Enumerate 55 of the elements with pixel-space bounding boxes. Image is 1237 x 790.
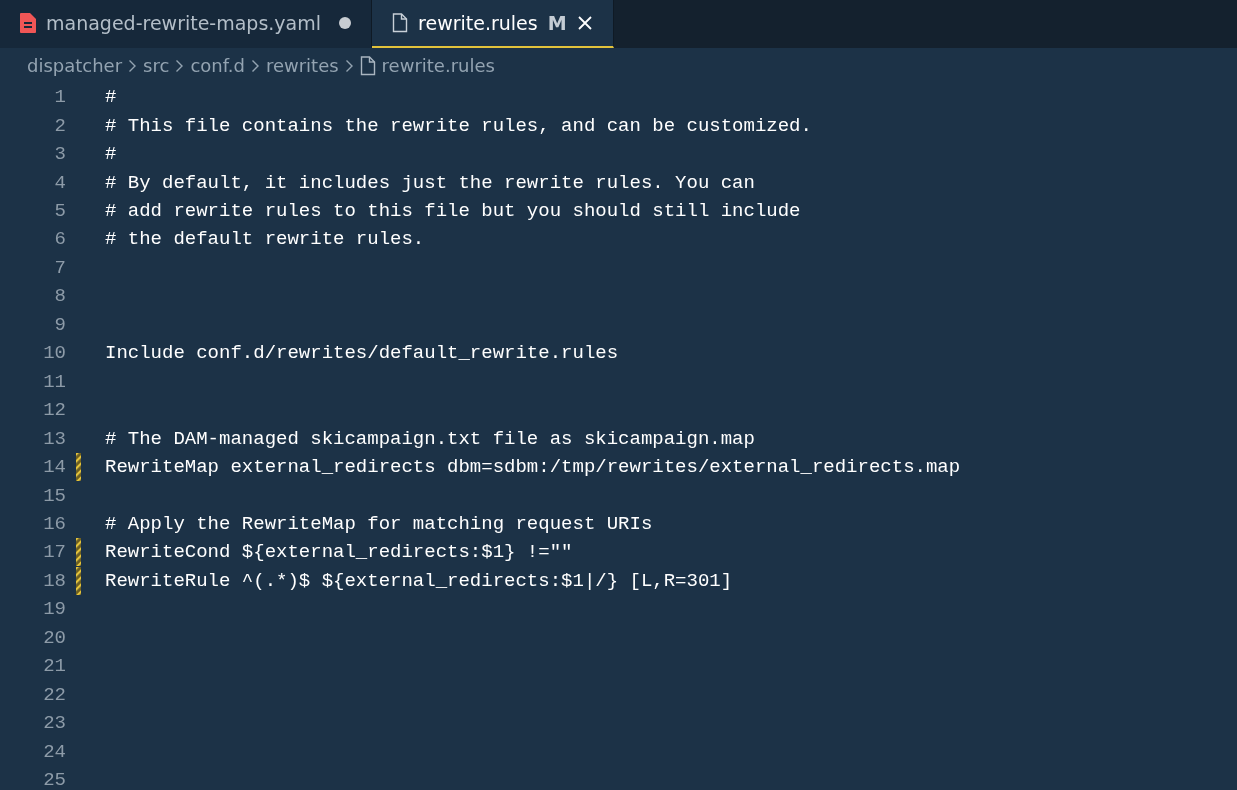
chevron-icon [250,58,260,73]
code-line: RewriteRule ^(.*)$ ${external_redirects:$1|/} [L,R=301] [105,569,733,592]
editor-tab[interactable]: rewrite.rules M [372,0,614,48]
code-line: RewriteMap external_redirects dbm=sdbm:/tmp/rewrites/external_redirects.map [105,456,961,479]
line-number: 7 [53,256,66,279]
line-number: 1 [53,86,66,109]
code-line: # [105,143,117,166]
line-number: 4 [53,171,66,194]
line-number: 6 [53,228,66,251]
breadcrumb-item[interactable]: dispatcher [27,55,123,76]
line-number: 16 [42,513,66,535]
file-icon [20,13,36,33]
code-line: # Apply the RewriteMap for matching request URIs [105,513,653,535]
line-number: 18 [42,569,66,592]
close-icon[interactable] [576,15,593,31]
code-line: # The DAM-managed skicampaign.txt file as skicampaign.map [105,427,755,450]
line-number: 25 [42,769,66,790]
chevron-icon [128,58,138,73]
line-number: 11 [42,370,66,393]
file-icon [392,13,409,33]
line-number: 10 [42,342,66,365]
code-line: # By default, it includes just the rewrite rules. You can [105,171,755,194]
line-number: 13 [42,427,66,450]
editor-tab[interactable]: managed-rewrite-maps.yaml [0,0,373,48]
modified-label: M [547,12,567,34]
line-number: 24 [42,740,66,763]
line-number: 21 [42,655,66,678]
code-line: RewriteCond ${external_redirects:$1} !="" [105,541,573,564]
line-number: 8 [53,285,66,308]
tab-label: managed-rewrite-maps.yaml [46,12,322,34]
code-line: # This file contains the rewrite rules, and can be customized. [105,114,812,137]
code-line: # the default rewrite rules. [105,228,425,251]
line-number: 14 [42,456,66,479]
line-number: 23 [42,712,66,735]
tab-label: rewrite.rules [418,12,538,34]
line-number: 5 [53,200,66,223]
breadcrumb-item[interactable]: src [143,55,170,76]
code-line: Include conf.d/rewrites/default_rewrite.rules [105,342,619,365]
breadcrumb-item[interactable]: rewrite.rules [381,55,495,76]
line-number: 17 [42,541,66,564]
breadcrumb-item[interactable]: conf.d [190,55,245,76]
code-line: # add rewrite rules to this file but you should still include [105,200,801,223]
line-number: 12 [42,399,66,422]
chevron-icon [344,58,354,73]
line-number: 19 [42,598,66,621]
line-number: 9 [53,313,66,336]
breadcrumb-item[interactable]: rewrites [265,55,339,76]
line-number: 2 [53,114,66,137]
line-number: 15 [42,484,66,507]
code-line: # [105,86,117,109]
chevron-icon [175,58,185,73]
line-number: 22 [42,683,66,706]
line-number: 3 [53,143,66,166]
file-icon [359,55,376,76]
line-number: 20 [42,626,66,649]
